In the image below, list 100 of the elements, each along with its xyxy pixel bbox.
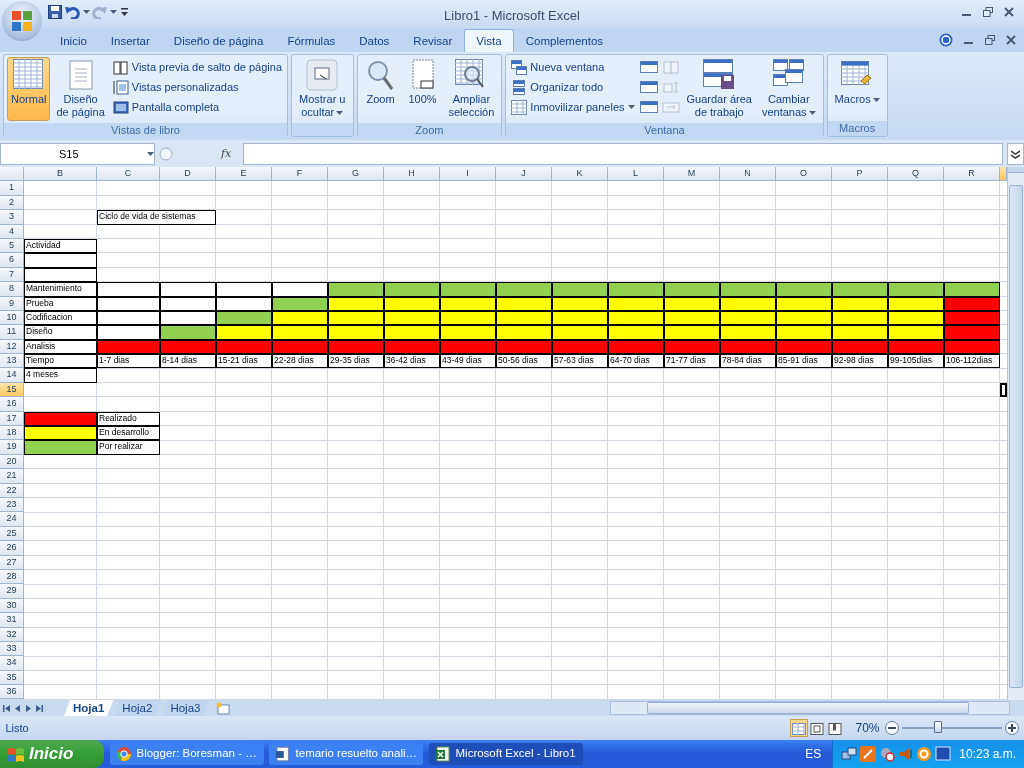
window-icon[interactable] xyxy=(639,60,658,74)
ribbon-button[interactable]: Inmovilizar paneles xyxy=(509,97,637,117)
grid-icon xyxy=(12,59,45,91)
restore-icon[interactable] xyxy=(985,35,995,45)
window-icon[interactable] xyxy=(639,80,658,94)
name-box[interactable]: S15 xyxy=(0,143,155,165)
row-header[interactable]: 19 xyxy=(0,440,24,455)
horizontal-scrollbar[interactable] xyxy=(610,701,1010,715)
ribbon-button[interactable]: Organizar todo xyxy=(509,77,637,97)
monitor-icon[interactable] xyxy=(935,746,952,762)
language-indicator[interactable]: ES xyxy=(805,745,822,763)
row-header[interactable]: 8 xyxy=(0,282,24,297)
row-header[interactable]: 1 xyxy=(0,181,24,196)
formula-field[interactable] xyxy=(243,143,1003,165)
ribbon-button[interactable]: Nueva ventana xyxy=(509,57,637,77)
ribbon-button[interactable]: 100% xyxy=(402,57,443,121)
previous-sheet-icon[interactable] xyxy=(15,704,21,712)
column-header[interactable]: P xyxy=(832,167,888,182)
column-header[interactable]: O xyxy=(776,167,832,182)
ribbon-button[interactable]: Zoom xyxy=(360,57,401,121)
ribbon-tab[interactable]: Diseño de página xyxy=(161,29,276,52)
page-break-icon xyxy=(828,723,843,736)
column-header[interactable]: R xyxy=(944,167,1000,182)
column-header[interactable]: D xyxy=(160,167,216,182)
row-header[interactable]: 11 xyxy=(0,325,24,340)
ribbon-button[interactable]: Vista previa de salto de página xyxy=(110,57,285,77)
zoom-out-icon[interactable] xyxy=(885,721,899,735)
window-icon[interactable] xyxy=(639,100,658,114)
row-header[interactable]: 21 xyxy=(0,469,24,484)
row-header[interactable]: 29 xyxy=(0,584,24,599)
ribbon-button[interactable]: Diseño de página xyxy=(52,57,109,121)
blocked-icon[interactable] xyxy=(878,746,895,762)
column-header[interactable]: C xyxy=(97,167,160,182)
restore-icon[interactable] xyxy=(983,7,993,17)
insert-function-handle-icon[interactable] xyxy=(159,147,173,161)
first-sheet-icon[interactable] xyxy=(2,704,10,712)
view-button[interactable] xyxy=(790,719,809,737)
ribbon-button[interactable]: Normal xyxy=(7,57,51,121)
column-header[interactable]: B xyxy=(24,167,97,182)
row-header[interactable]: 18 xyxy=(0,426,24,441)
row-header[interactable]: 31 xyxy=(0,613,24,628)
undo-icon[interactable] xyxy=(64,5,80,19)
network-icon[interactable] xyxy=(841,746,858,762)
antivirus-icon[interactable] xyxy=(860,746,877,762)
ribbon-button[interactable]: Pantalla completa xyxy=(110,97,285,117)
last-sheet-icon[interactable] xyxy=(36,704,44,712)
close-icon[interactable] xyxy=(1006,35,1016,45)
row-header[interactable]: 24 xyxy=(0,512,24,527)
save-icon[interactable] xyxy=(48,5,62,19)
taskbar-button[interactable]: Microsoft Excel - Libro1 xyxy=(428,743,583,765)
ribbon-button[interactable]: Ampliar selección xyxy=(444,57,499,121)
ribbon-tab[interactable]: Insertar xyxy=(98,29,162,52)
column-header[interactable]: I xyxy=(440,167,496,182)
ribbon-tab[interactable]: Revisar xyxy=(401,29,465,52)
column-header[interactable]: M xyxy=(664,167,720,182)
ribbon-tab[interactable]: Fórmulas xyxy=(275,29,348,52)
row-header[interactable]: 6 xyxy=(0,253,24,268)
insert-function-button[interactable]: fx xyxy=(221,145,232,163)
browser-icon xyxy=(115,746,132,762)
ribbon-tab[interactable]: Inicio xyxy=(48,29,99,52)
sheet-tab[interactable]: Hoja1 xyxy=(64,700,114,716)
customize-icon[interactable] xyxy=(119,7,129,17)
row-header[interactable]: 36 xyxy=(0,685,24,700)
ribbon-tab[interactable]: Datos xyxy=(347,29,402,52)
row-header[interactable]: 14 xyxy=(0,368,24,383)
next-sheet-icon[interactable] xyxy=(25,704,31,712)
ribbon-button[interactable]: Guardar área de trabajo xyxy=(682,57,756,121)
row-header[interactable]: 13 xyxy=(0,354,24,369)
column-header[interactable]: L xyxy=(608,167,664,182)
ribbon-button[interactable]: Mostrar u ocultar xyxy=(295,57,350,121)
help-icon[interactable] xyxy=(939,33,953,47)
office-button[interactable] xyxy=(2,1,42,41)
ribbon-button[interactable]: Cambiar ventanas xyxy=(757,57,820,121)
row-header[interactable]: 26 xyxy=(0,541,24,556)
column-header[interactable]: H xyxy=(384,167,440,182)
sheet-tab[interactable]: Hoja2 xyxy=(113,700,162,716)
taskbar-button[interactable]: Blogger: Boresman - … xyxy=(109,743,264,765)
row-header[interactable]: 16 xyxy=(0,397,24,412)
expand-icon[interactable] xyxy=(1011,149,1020,159)
column-header[interactable]: J xyxy=(496,167,552,182)
zoom-in-icon[interactable] xyxy=(1004,721,1019,735)
ribbon-button[interactable]: Vistas personalizadas xyxy=(110,77,285,97)
column-header[interactable]: K xyxy=(552,167,608,182)
ring-icon[interactable] xyxy=(916,746,933,762)
column-header[interactable]: G xyxy=(328,167,384,182)
sheet-tab[interactable]: Hoja3 xyxy=(161,700,210,716)
ribbon-tab[interactable]: Complementos xyxy=(513,29,616,52)
row-header[interactable]: 3 xyxy=(0,210,24,225)
row-header[interactable]: 34 xyxy=(0,656,24,671)
ribbon-tab[interactable]: Vista xyxy=(464,29,514,52)
taskbar-button[interactable]: temario resuelto anali… xyxy=(269,743,423,765)
zoom-slider-thumb[interactable] xyxy=(933,721,942,733)
column-header[interactable]: N xyxy=(720,167,776,182)
ribbon-button[interactable]: Macros xyxy=(830,57,884,119)
column-header[interactable]: E xyxy=(216,167,272,182)
column-header[interactable]: Q xyxy=(888,167,944,182)
column-header[interactable]: F xyxy=(272,167,328,182)
vertical-scrollbar[interactable] xyxy=(1007,167,1024,700)
page-layout-icon xyxy=(810,723,825,736)
close-icon[interactable] xyxy=(1004,7,1014,17)
